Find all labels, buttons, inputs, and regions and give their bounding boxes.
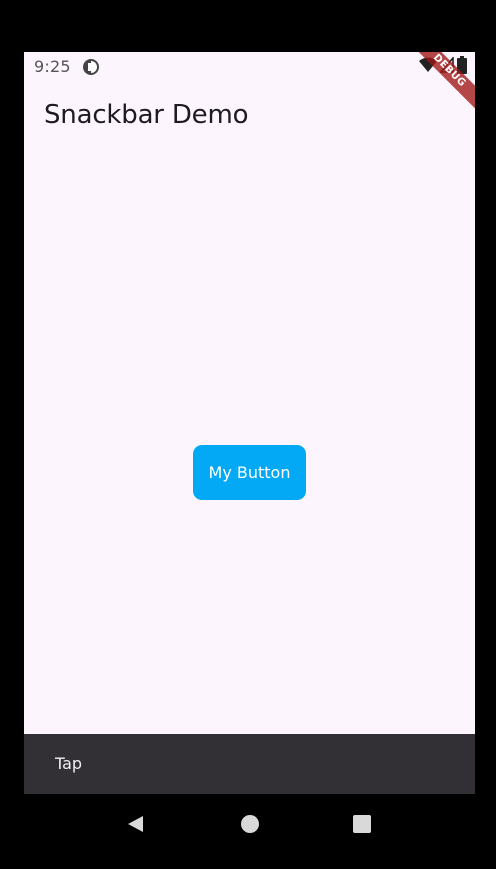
snackbar-message: Tap [55, 754, 83, 773]
status-time: 9:25 [34, 57, 71, 76]
device-frame: 9:25 DEBUG Snackbar Demo My Button Tap [0, 0, 496, 869]
back-triangle-icon[interactable] [121, 810, 149, 838]
recents-square-icon[interactable] [348, 810, 376, 838]
system-navigation-bar [24, 794, 475, 854]
snackbar: Tap [24, 734, 475, 794]
status-bar: 9:25 DEBUG [24, 52, 475, 120]
home-circle-icon[interactable] [236, 810, 264, 838]
my-button[interactable]: My Button [193, 445, 306, 500]
page-title: Snackbar Demo [44, 100, 249, 130]
circle-half-icon [82, 58, 100, 76]
app-screen: 9:25 DEBUG Snackbar Demo My Button [24, 52, 475, 794]
